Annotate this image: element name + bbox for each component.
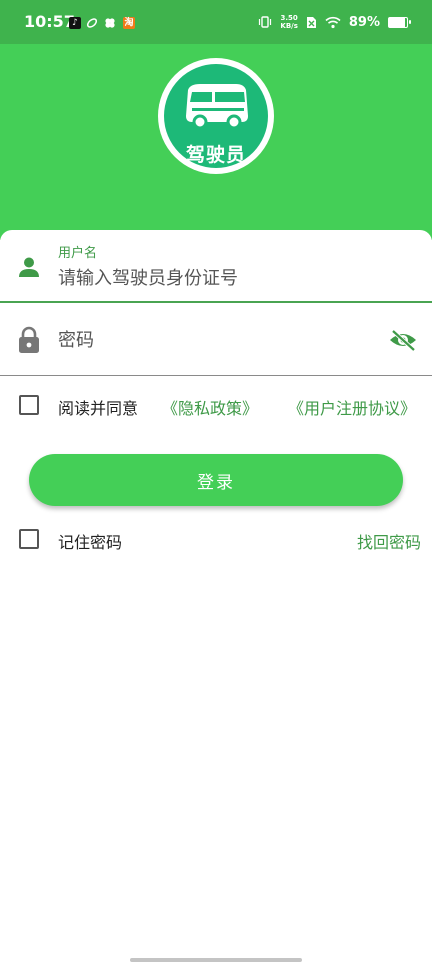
logo-text: 驾驶员	[185, 144, 246, 166]
agree-checkbox[interactable]	[19, 395, 39, 415]
wifi-icon	[325, 16, 341, 28]
agreement-row: 阅读并同意 《隐私政策》 《用户注册协议》	[0, 390, 432, 420]
tiktok-icon: ♪	[69, 17, 81, 29]
remember-password-label: 记住密码	[58, 533, 123, 552]
username-label: 用户名	[58, 246, 98, 261]
agree-text: 阅读并同意	[58, 399, 139, 418]
bus-icon	[186, 84, 248, 130]
battery-percent: 89%	[348, 14, 380, 30]
app-leaf-icon	[86, 17, 98, 29]
eye-off-icon[interactable]	[389, 329, 417, 351]
home-indicator[interactable]	[130, 958, 302, 962]
status-bar: 10:57 ♪ 淘 3.50 KB/s 89%	[0, 0, 432, 44]
status-right: 3.50 KB/s 89%	[258, 10, 411, 34]
user-agreement-link[interactable]: 《用户注册协议》	[288, 395, 416, 419]
person-icon	[19, 257, 39, 277]
vibrate-icon	[259, 16, 272, 28]
status-time: 10:57	[24, 12, 75, 31]
net-speed-value: 3.50	[280, 14, 298, 22]
logo-circle: 驾驶员	[164, 64, 268, 168]
login-button[interactable]: 登录	[29, 454, 403, 506]
app-logo: 驾驶员	[158, 58, 274, 174]
username-input[interactable]	[58, 264, 398, 292]
net-speed: 3.50 KB/s	[280, 14, 297, 30]
net-speed-unit: KB/s	[280, 22, 298, 30]
password-input[interactable]	[58, 326, 358, 354]
taobao-icon: 淘	[123, 17, 135, 29]
lock-icon	[19, 326, 39, 353]
remember-row: 记住密码 找回密码	[0, 524, 432, 554]
app-clover-icon	[104, 17, 116, 29]
username-field[interactable]: 用户名	[0, 230, 432, 306]
battery-icon	[388, 16, 411, 28]
battery-fill	[389, 17, 406, 27]
password-underline	[0, 375, 432, 376]
password-field[interactable]	[0, 306, 432, 376]
username-underline	[0, 301, 432, 303]
privacy-policy-link[interactable]: 《隐私政策》	[162, 395, 258, 419]
no-sim-icon	[306, 16, 316, 28]
forgot-password-link[interactable]: 找回密码	[357, 529, 421, 553]
remember-checkbox[interactable]	[19, 529, 39, 549]
